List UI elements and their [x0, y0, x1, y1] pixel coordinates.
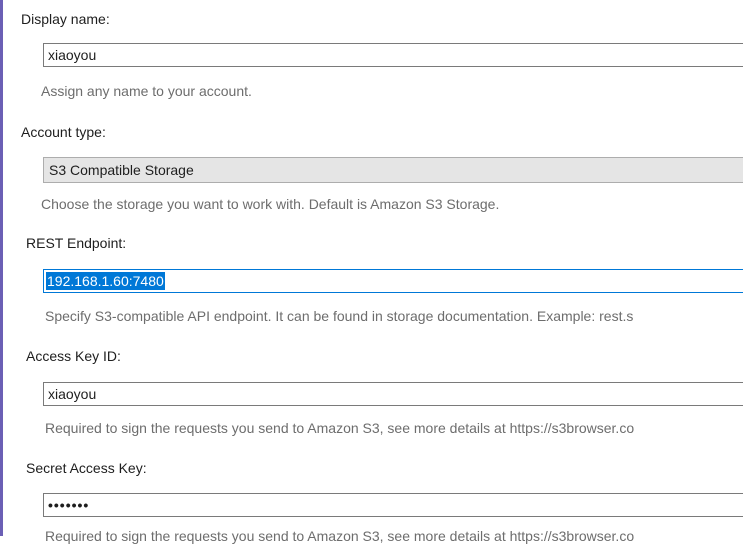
account-type-dropdown[interactable]: S3 Compatible Storage: [43, 157, 743, 183]
access-key-label: Access Key ID:: [26, 348, 121, 364]
access-key-field[interactable]: xiaoyou: [43, 382, 743, 406]
display-name-field[interactable]: xiaoyou: [43, 43, 743, 67]
account-type-label: Account type:: [21, 124, 106, 140]
display-name-label: Display name:: [21, 11, 110, 27]
window-frame-edge: [0, 0, 3, 536]
secret-key-label: Secret Access Key:: [26, 460, 147, 476]
rest-endpoint-hint: Specify S3-compatible API endpoint. It c…: [45, 308, 634, 324]
rest-endpoint-label: REST Endpoint:: [26, 235, 127, 251]
secret-key-hint: Required to sign the requests you send t…: [45, 528, 635, 544]
access-key-hint: Required to sign the requests you send t…: [45, 420, 635, 436]
rest-endpoint-selected-text: 192.168.1.60:7480: [46, 272, 165, 290]
display-name-hint: Assign any name to your account.: [41, 83, 252, 99]
account-type-hint: Choose the storage you want to work with…: [41, 196, 500, 212]
rest-endpoint-field[interactable]: 192.168.1.60:7480: [43, 269, 743, 293]
secret-key-field[interactable]: •••••••: [43, 493, 743, 517]
